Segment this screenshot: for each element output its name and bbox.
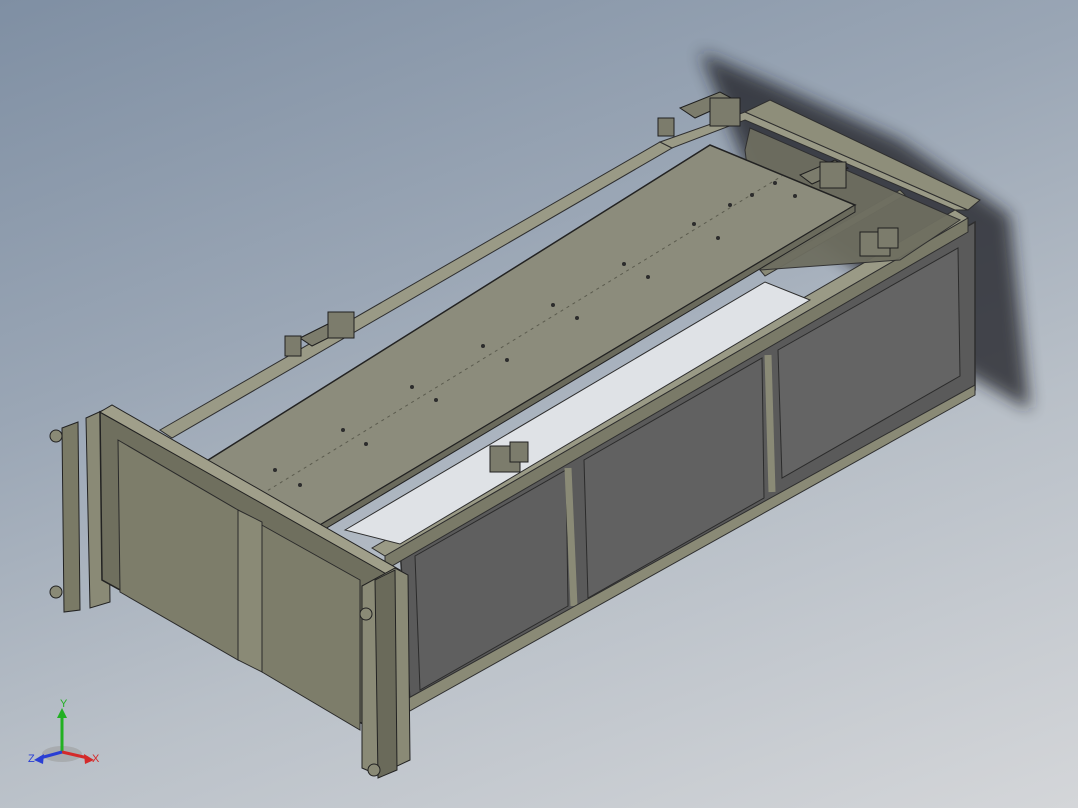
y-axis-label: Y bbox=[60, 698, 68, 710]
z-axis-label: Z bbox=[28, 753, 35, 765]
coordinate-triad: Y X Z bbox=[28, 698, 100, 765]
graphics-viewport[interactable]: Y X Z bbox=[0, 0, 1078, 808]
3d-model-assembly[interactable] bbox=[0, 0, 1078, 808]
x-axis-label: X bbox=[92, 753, 100, 765]
